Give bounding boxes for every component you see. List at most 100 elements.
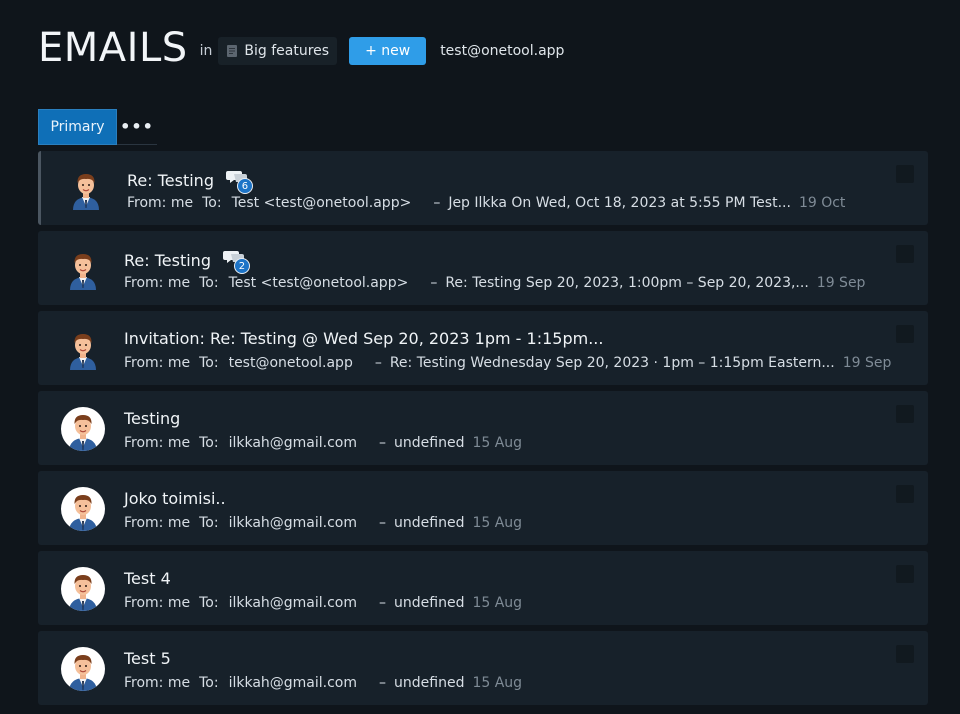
- avatar: [60, 326, 106, 372]
- subject-line: Invitation: Re: Testing @ Wed Sep 20, 20…: [124, 329, 603, 348]
- email-row[interactable]: Test 4 From: me To: ilkkah@gmail.com – u…: [38, 551, 928, 625]
- thread-count-badge: 2: [233, 258, 250, 274]
- recipient: ilkkah@gmail.com: [228, 675, 358, 691]
- avatar: [60, 566, 106, 612]
- email-subject: Invitation: Re: Testing @ Wed Sep 20, 20…: [124, 329, 604, 348]
- separator: –: [379, 595, 387, 611]
- to-label: To:: [199, 275, 219, 291]
- select-checkbox[interactable]: [896, 565, 914, 583]
- recipient: Test <test@onetool.app>: [228, 275, 409, 291]
- to-label: To:: [199, 355, 219, 371]
- email-meta: From: me To: ilkkah@gmail.com – undefine…: [124, 435, 522, 451]
- to-label: To:: [202, 195, 222, 211]
- page-title: EMAILS: [38, 25, 188, 71]
- email-snippet: Re: Testing Wednesday Sep 20, 2023 · 1pm…: [389, 355, 835, 371]
- separator: –: [379, 435, 387, 451]
- email-subject: Joko toimisi..: [124, 489, 226, 508]
- email-meta: From: me To: ilkkah@gmail.com – undefine…: [124, 595, 522, 611]
- subject-line: Test 5: [124, 649, 171, 668]
- from-label: From: me: [124, 355, 191, 371]
- subject-line: Re: Testing 2: [124, 249, 250, 274]
- email-meta: From: me To: ilkkah@gmail.com – undefine…: [124, 515, 522, 531]
- email-list: Re: Testing 6 From: me To: Test <test@on…: [38, 151, 928, 711]
- email-subject: Re: Testing: [127, 170, 214, 190]
- separator: –: [374, 355, 382, 371]
- account-email: test@onetool.app: [440, 43, 565, 59]
- document-icon: [227, 45, 238, 57]
- to-label: To:: [199, 675, 219, 691]
- avatar-icon: [61, 567, 105, 611]
- avatar: [60, 246, 106, 292]
- from-label: From: me: [127, 195, 194, 211]
- project-name: Big features: [244, 43, 330, 59]
- separator: –: [433, 195, 441, 211]
- recipient: ilkkah@gmail.com: [228, 595, 358, 611]
- thread-indicator: 2: [222, 249, 250, 274]
- email-snippet: undefined: [394, 435, 465, 451]
- select-checkbox[interactable]: [896, 485, 914, 503]
- from-label: From: me: [124, 275, 191, 291]
- mailbox-tabs: Primary •••: [38, 109, 157, 145]
- email-subject: Test 5: [124, 649, 171, 668]
- separator: –: [379, 515, 387, 531]
- email-snippet: Jep Ilkka On Wed, Oct 18, 2023 at 5:55 P…: [448, 195, 791, 211]
- select-checkbox[interactable]: [896, 245, 914, 263]
- thread-count-badge: 6: [236, 178, 253, 194]
- recipient: test@onetool.app: [228, 355, 353, 371]
- email-row[interactable]: Re: Testing 6 From: me To: Test <test@on…: [38, 151, 928, 225]
- email-date: 15 Aug: [472, 515, 523, 531]
- select-checkbox[interactable]: [896, 645, 914, 663]
- email-meta: From: me To: test@onetool.app – Re: Test…: [124, 355, 891, 371]
- select-checkbox[interactable]: [896, 325, 914, 343]
- project-selector[interactable]: Big features: [218, 37, 338, 65]
- email-date: 19 Sep: [842, 355, 892, 371]
- more-tabs-button[interactable]: •••: [117, 109, 157, 145]
- to-label: To:: [199, 595, 219, 611]
- email-date: 19 Sep: [816, 275, 866, 291]
- to-label: To:: [199, 435, 219, 451]
- page-header: EMAILS in Big features + new test@onetoo…: [38, 24, 564, 72]
- from-label: From: me: [124, 515, 191, 531]
- from-label: From: me: [124, 435, 191, 451]
- avatar: [60, 486, 106, 532]
- avatar-icon: [70, 254, 96, 290]
- email-row[interactable]: Test 5 From: me To: ilkkah@gmail.com – u…: [38, 631, 928, 705]
- email-date: 15 Aug: [472, 595, 523, 611]
- thread-indicator: 6: [225, 169, 253, 194]
- select-checkbox[interactable]: [896, 165, 914, 183]
- avatar: [63, 166, 109, 212]
- email-date: 15 Aug: [472, 435, 523, 451]
- recipient: Test <test@onetool.app>: [231, 195, 412, 211]
- email-subject: Test 4: [124, 569, 171, 588]
- email-date: 15 Aug: [472, 675, 523, 691]
- subject-line: Joko toimisi..: [124, 489, 226, 508]
- from-label: From: me: [124, 675, 191, 691]
- email-meta: From: me To: Test <test@onetool.app> – J…: [127, 195, 845, 211]
- subject-line: Re: Testing 6: [127, 169, 253, 194]
- email-subject: Re: Testing: [124, 250, 211, 270]
- avatar: [60, 406, 106, 452]
- email-row[interactable]: Invitation: Re: Testing @ Wed Sep 20, 20…: [38, 311, 928, 385]
- tab-primary[interactable]: Primary: [38, 109, 117, 145]
- recipient: ilkkah@gmail.com: [228, 435, 358, 451]
- email-snippet: undefined: [394, 675, 465, 691]
- in-label: in: [199, 43, 213, 59]
- to-label: To:: [199, 515, 219, 531]
- email-snippet: Re: Testing Sep 20, 2023, 1:00pm – Sep 2…: [445, 275, 809, 291]
- avatar-icon: [61, 407, 105, 451]
- subject-line: Testing: [124, 409, 180, 428]
- email-subject: Testing: [124, 409, 181, 428]
- subject-line: Test 4: [124, 569, 171, 588]
- new-email-button[interactable]: + new: [349, 37, 427, 65]
- separator: –: [430, 275, 438, 291]
- avatar-icon: [70, 334, 96, 370]
- recipient: ilkkah@gmail.com: [228, 515, 358, 531]
- email-meta: From: me To: ilkkah@gmail.com – undefine…: [124, 675, 522, 691]
- email-row[interactable]: Joko toimisi.. From: me To: ilkkah@gmail…: [38, 471, 928, 545]
- email-row[interactable]: Re: Testing 2 From: me To: Test <test@on…: [38, 231, 928, 305]
- avatar-icon: [73, 174, 99, 210]
- avatar-icon: [61, 487, 105, 531]
- more-icon: •••: [120, 117, 154, 136]
- select-checkbox[interactable]: [896, 405, 914, 423]
- email-row[interactable]: Testing From: me To: ilkkah@gmail.com – …: [38, 391, 928, 465]
